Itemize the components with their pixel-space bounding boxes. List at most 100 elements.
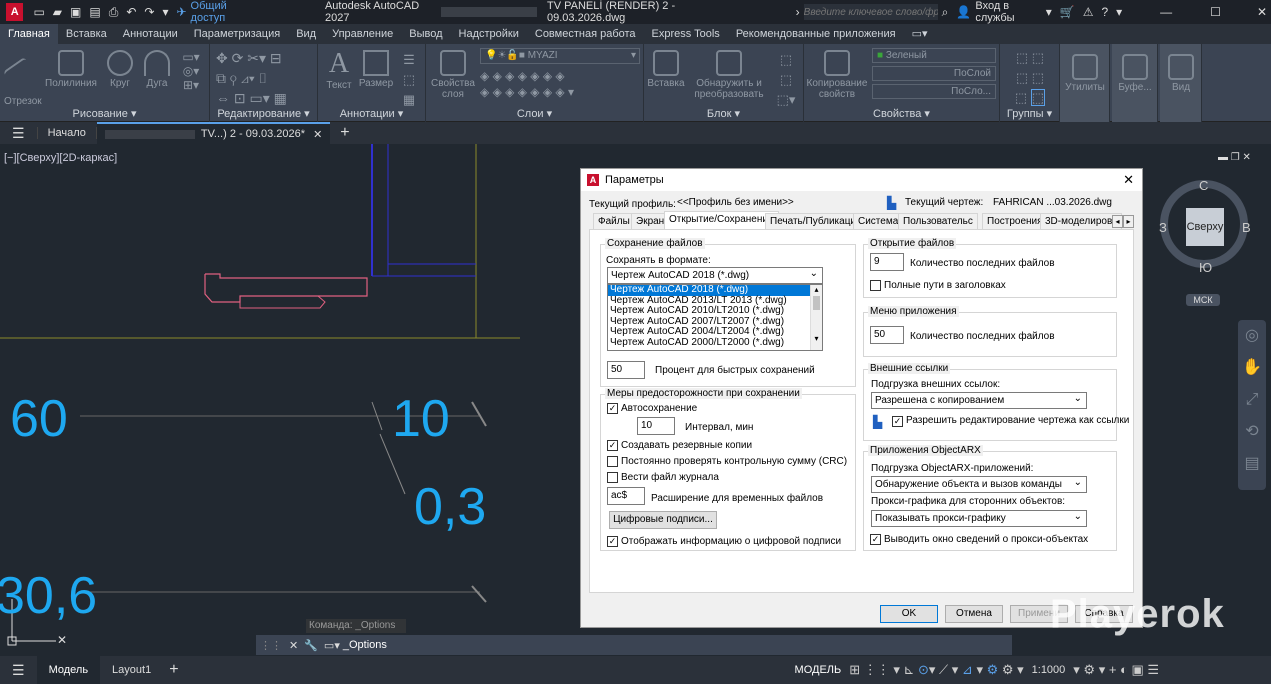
clipboard-button[interactable]: Буфе... bbox=[1112, 44, 1158, 122]
digsig-info-checkbox[interactable]: ✓ bbox=[607, 536, 618, 547]
format-option[interactable]: Чертеж AutoCAD 2000/LT2000 (*.dwg) bbox=[608, 337, 822, 349]
ribbon-tab-featured[interactable]: Рекомендованные приложения bbox=[728, 24, 904, 44]
user-icon[interactable]: 👤 bbox=[952, 5, 975, 19]
format-option[interactable]: Чертеж AutoCAD 2004/LT2004 (*.dwg) bbox=[608, 327, 822, 338]
ribbon-tab-express[interactable]: Express Tools bbox=[644, 24, 728, 44]
cart-icon[interactable]: 🛒 bbox=[1056, 5, 1079, 19]
open-folder-icon[interactable]: ▰ bbox=[49, 5, 66, 19]
save-format-select[interactable]: Чертеж AutoCAD 2018 (*.dwg) bbox=[607, 266, 823, 284]
log-file-checkbox[interactable] bbox=[607, 472, 618, 483]
command-settings-icon[interactable]: 🔧 bbox=[301, 639, 321, 652]
compass-south[interactable]: Ю bbox=[1199, 260, 1212, 275]
panel-title-properties[interactable]: Свойства ▾ bbox=[804, 107, 999, 120]
autosave-checkbox[interactable]: ✓ bbox=[607, 403, 618, 414]
command-close-icon[interactable]: ✕ bbox=[286, 639, 301, 652]
dlg-tab-system[interactable]: Система bbox=[853, 213, 904, 230]
ribbon-tab-annotate[interactable]: Аннотации bbox=[115, 24, 186, 44]
login-dropdown-icon[interactable]: ▾ bbox=[1042, 5, 1056, 19]
ribbon-tab-manage[interactable]: Управление bbox=[324, 24, 401, 44]
ok-button[interactable]: OK bbox=[880, 605, 938, 623]
dlg-tab-user[interactable]: Пользовательс bbox=[898, 213, 978, 230]
ribbon-tab-parametric[interactable]: Параметризация bbox=[186, 24, 288, 44]
new-tab-icon[interactable]: + bbox=[330, 124, 359, 142]
dimension-tool[interactable]: Размер bbox=[358, 50, 394, 89]
view-button[interactable]: Вид bbox=[1160, 44, 1202, 122]
scroll-up-icon[interactable]: ▴ bbox=[811, 285, 822, 294]
command-grip-icon[interactable]: ⋮⋮ bbox=[256, 639, 286, 652]
share-button[interactable]: Общий доступ bbox=[191, 0, 255, 24]
full-path-checkbox[interactable] bbox=[870, 280, 881, 291]
arx-load-select[interactable]: Обнаружение объекта и вызов команды bbox=[871, 475, 1087, 493]
panel-title-annotation[interactable]: Аннотации ▾ bbox=[318, 107, 425, 120]
close-icon[interactable]: ✕ bbox=[1253, 5, 1271, 19]
panel-title-modify[interactable]: Редактирование ▾ bbox=[210, 107, 317, 120]
qat-dropdown-icon[interactable]: ▾ bbox=[158, 5, 172, 19]
compass-east[interactable]: В bbox=[1242, 220, 1251, 235]
viewcube-top-face[interactable]: Сверху bbox=[1186, 208, 1224, 246]
dlg-tab-3d[interactable]: 3D-моделирова bbox=[1040, 213, 1122, 230]
utilities-button[interactable]: Утилиты bbox=[1060, 44, 1110, 122]
add-layout-icon[interactable]: + bbox=[163, 661, 184, 679]
tab-layout1[interactable]: Layout1 bbox=[100, 664, 163, 676]
zoom-extents-icon[interactable]: ⤢ bbox=[1238, 384, 1266, 416]
detect-tool[interactable]: Обнаружить и преобразовать bbox=[688, 50, 770, 100]
status-tools-icons[interactable]: ⊞ ⋮⋮ ▾ ⊾ ⊙▾ ⟋ ▾ ⊿ ▾ ⚙ ⚙ ▾ bbox=[845, 662, 1027, 678]
menu-icon[interactable]: ☰ bbox=[0, 125, 37, 142]
autosave-interval-input[interactable]: 10 bbox=[637, 417, 675, 435]
proxy-info-checkbox[interactable]: ✓ bbox=[870, 534, 881, 545]
dlg-tab-files[interactable]: Файлы bbox=[593, 213, 635, 230]
ribbon-tab-home[interactable]: Главная bbox=[0, 24, 58, 44]
menu-recent-input[interactable]: 50 bbox=[870, 326, 904, 344]
format-option[interactable]: Чертеж AutoCAD 2010/LT2010 (*.dwg) bbox=[608, 306, 822, 317]
cancel-button[interactable]: Отмена bbox=[945, 605, 1003, 623]
groups-tools-icons[interactable]: ⬚ ⬚ ⬚ ⬚ ⬚ ⬚ bbox=[1004, 48, 1056, 108]
block-more-icons[interactable]: ⬚ ⬚ ⬚▾ bbox=[774, 50, 798, 110]
annot-more-icons[interactable]: ☰ ⬚ ▦ bbox=[398, 50, 420, 110]
arc-tool[interactable]: Дуга bbox=[142, 50, 172, 89]
viewport-controls-label[interactable]: [−][Сверху][2D-каркас] bbox=[4, 152, 117, 164]
login-button[interactable]: Вход в службы bbox=[975, 0, 1041, 24]
help-dropdown-icon[interactable]: ▾ bbox=[1112, 5, 1126, 19]
format-option-selected[interactable]: Чертеж AutoCAD 2018 (*.dwg) bbox=[608, 285, 822, 296]
backup-checkbox[interactable]: ✓ bbox=[607, 440, 618, 451]
ribbon-tab-collaborate[interactable]: Совместная работа bbox=[527, 24, 644, 44]
steering-wheel-icon[interactable]: ◎ bbox=[1238, 320, 1266, 352]
layer-properties-tool[interactable]: Свойства слоя bbox=[430, 50, 476, 100]
recent-files-input[interactable]: 9 bbox=[870, 253, 904, 271]
tab-current-drawing[interactable]: TV...) 2 - 09.03.2026* ✕ bbox=[96, 122, 331, 144]
tab-close-icon[interactable]: ✕ bbox=[313, 128, 322, 141]
scroll-down-icon[interactable]: ▾ bbox=[811, 334, 822, 343]
polyline-tool[interactable]: Полилиния bbox=[44, 50, 98, 89]
ribbon-tab-output[interactable]: Вывод bbox=[401, 24, 450, 44]
xref-load-select[interactable]: Разрешена с копированием bbox=[871, 391, 1087, 409]
insert-tool[interactable]: Вставка bbox=[646, 50, 686, 89]
ribbon-minimize-icon[interactable]: ▭▾ bbox=[904, 24, 936, 44]
panel-title-block[interactable]: Блок ▾ bbox=[644, 107, 803, 120]
save-as-icon[interactable]: ▤ bbox=[85, 5, 104, 19]
lineweight-dropdown[interactable]: ПоСло... bbox=[872, 84, 996, 99]
text-tool[interactable]: A Текст bbox=[324, 48, 354, 91]
undo-icon[interactable]: ↶ bbox=[122, 5, 140, 19]
panel-title-draw[interactable]: Рисование ▾ bbox=[0, 107, 209, 120]
ribbon-tab-insert[interactable]: Вставка bbox=[58, 24, 115, 44]
search-icon[interactable]: ⌕ bbox=[938, 5, 953, 20]
save-icon[interactable]: ▣ bbox=[66, 5, 85, 19]
exchange-icon[interactable]: ⚠ bbox=[1079, 5, 1098, 19]
ribbon-tab-view[interactable]: Вид bbox=[288, 24, 324, 44]
command-line[interactable]: ⋮⋮ ✕ 🔧 ▭▾ _Options bbox=[256, 635, 1012, 655]
dialog-close-icon[interactable]: ✕ bbox=[1123, 172, 1134, 188]
crc-checkbox[interactable] bbox=[607, 456, 618, 467]
panel-title-layers[interactable]: Слои ▾ bbox=[426, 107, 643, 120]
linetype-dropdown[interactable]: ПоСлой bbox=[872, 66, 996, 81]
search-arrow-icon[interactable]: › bbox=[792, 5, 804, 19]
dlg-tab-open-save[interactable]: Открытие/Сохранение bbox=[664, 211, 779, 230]
showmotion-icon[interactable]: ▤ bbox=[1238, 448, 1266, 480]
dlg-tab-plot[interactable]: Печать/Публикация bbox=[765, 213, 867, 230]
tab-model[interactable]: Модель bbox=[36, 656, 101, 684]
layer-dropdown[interactable]: 💡☀🔓■ MYAZI ▾ bbox=[480, 48, 640, 64]
layer-tools-icons[interactable]: ◈ ◈ ◈ ◈ ◈ ◈ ◈ ◈ ◈ ◈ ◈ ◈ ◈ ◈ ▾ bbox=[480, 68, 640, 100]
copy-properties-tool[interactable]: Копирование свойств bbox=[806, 50, 868, 100]
pan-icon[interactable]: ✋ bbox=[1238, 352, 1266, 384]
command-prompt-icon[interactable]: ▭▾ bbox=[321, 639, 343, 652]
tabs-scroll-left-icon[interactable]: ◂ bbox=[1112, 215, 1123, 228]
